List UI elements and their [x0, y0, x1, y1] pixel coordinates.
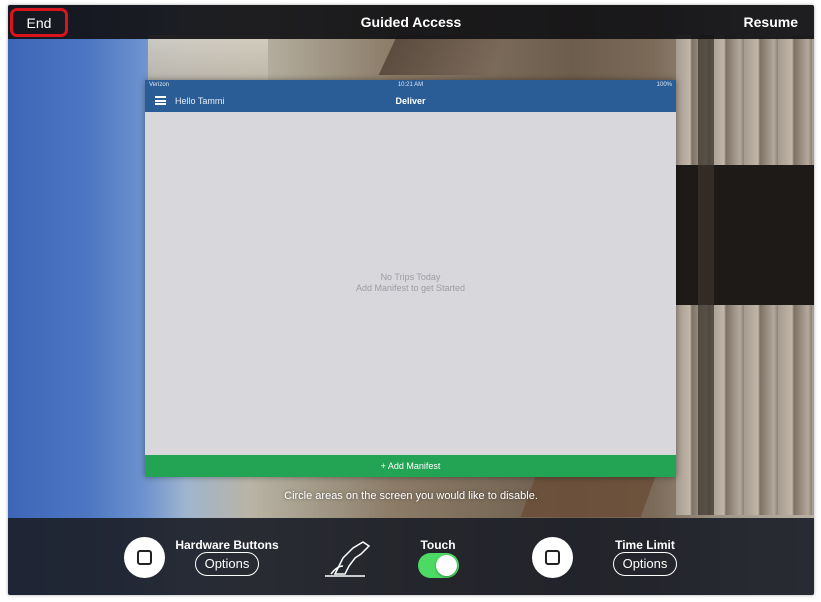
app-nav-bar: Hello Tammi Deliver — [145, 90, 676, 112]
app-preview[interactable]: Verizon 10:21 AM 100% Hello Tammi Delive… — [145, 80, 676, 477]
page-title: Guided Access — [360, 14, 462, 30]
app-status-bar: Verizon 10:21 AM 100% — [145, 80, 676, 90]
empty-state-title: No Trips Today — [380, 272, 441, 282]
empty-state: No Trips Today Add Manifest to get Start… — [145, 272, 676, 294]
options-bar: Hardware Buttons Options Touch Time Limi… — [8, 518, 814, 595]
square-icon — [137, 550, 152, 565]
time-limit-options-button[interactable]: Options — [613, 552, 677, 576]
hardware-buttons-toggle[interactable] — [124, 537, 165, 578]
top-bar: Guided Access End Resume — [8, 5, 814, 39]
wallpaper-branch — [378, 35, 508, 75]
hardware-buttons-label: Hardware Buttons — [175, 538, 279, 552]
guided-access-screen: Guided Access End Resume Verizon 10:21 A… — [8, 5, 814, 595]
empty-state-subtitle: Add Manifest to get Started — [355, 283, 466, 293]
square-icon — [545, 550, 560, 565]
hardware-options-button[interactable]: Options — [195, 552, 259, 576]
time-limit-toggle[interactable] — [532, 537, 573, 578]
time-limit-label: Time Limit — [615, 538, 675, 552]
toggle-knob — [436, 555, 457, 576]
touch-label: Touch — [420, 538, 456, 552]
touch-toggle[interactable] — [418, 553, 459, 578]
add-manifest-button[interactable]: + Add Manifest — [145, 455, 676, 477]
wallpaper-post — [698, 35, 714, 515]
battery-label: 100% — [656, 82, 672, 88]
instruction-text: Circle areas on the screen you would lik… — [284, 490, 538, 502]
end-button-label: End — [26, 14, 52, 31]
hand-touch-icon — [325, 541, 371, 577]
wallpaper-shadow — [676, 165, 814, 305]
status-time: 10:21 AM — [397, 82, 424, 88]
app-nav-title: Deliver — [395, 96, 426, 106]
resume-button[interactable]: Resume — [744, 5, 798, 39]
end-button[interactable]: End — [10, 8, 68, 37]
